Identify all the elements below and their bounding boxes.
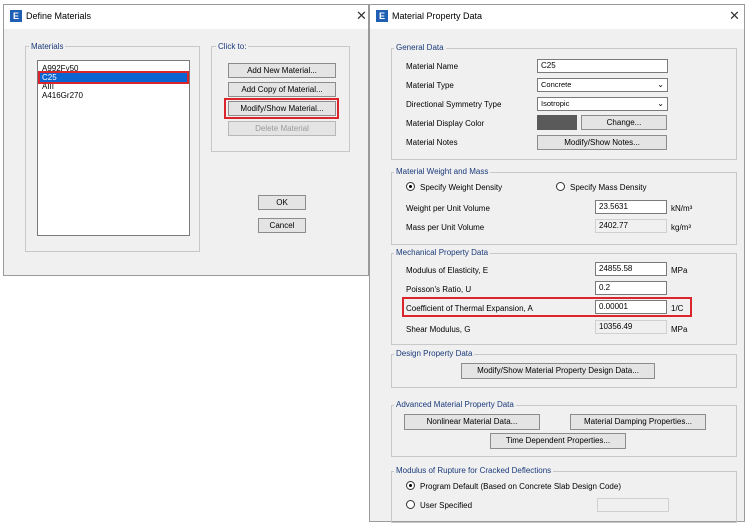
material-name-label: Material Name — [406, 62, 459, 71]
material-property-titlebar: E Material Property Data ✕ — [370, 5, 744, 29]
material-type-value: Concrete — [541, 80, 572, 89]
specify-weight-label: Specify Weight Density — [420, 183, 503, 192]
display-color-swatch — [537, 115, 577, 130]
shear-unit: MPa — [671, 325, 688, 334]
rupture-group — [391, 471, 737, 523]
symmetry-type-select[interactable]: Isotropic ⌄ — [537, 97, 668, 111]
shear-modulus-label: Shear Modulus, G — [406, 325, 471, 334]
weight-mass-label: Material Weight and Mass — [394, 167, 491, 176]
add-new-material-button[interactable]: Add New Material... — [228, 63, 336, 78]
ok-button[interactable]: OK — [258, 195, 306, 210]
mass-per-volume-label: Mass per Unit Volume — [406, 223, 485, 232]
user-specified-field — [597, 498, 669, 512]
selected-material-highlight — [38, 71, 189, 84]
user-specified-radio[interactable] — [406, 500, 415, 509]
display-color-label: Material Display Color — [406, 119, 485, 128]
rupture-label: Modulus of Rupture for Cracked Deflectio… — [394, 466, 554, 475]
specify-weight-radio[interactable] — [406, 182, 415, 191]
close-icon[interactable]: ✕ — [729, 8, 740, 24]
time-dependent-button[interactable]: Time Dependent Properties... — [490, 433, 626, 449]
symmetry-type-value: Isotropic — [541, 99, 570, 108]
window-title: Material Property Data — [392, 11, 483, 21]
define-materials-titlebar: E Define Materials ✕ — [4, 5, 368, 29]
etabs-app-icon: E — [376, 10, 388, 22]
material-notes-label: Material Notes — [406, 138, 458, 147]
thermal-expansion-highlight — [402, 297, 692, 317]
cancel-button[interactable]: Cancel — [258, 218, 306, 233]
design-label: Design Property Data — [394, 349, 475, 358]
user-specified-label: User Specified — [420, 501, 473, 510]
mass-unit: kg/m³ — [671, 223, 691, 232]
material-damping-button[interactable]: Material Damping Properties... — [570, 414, 706, 430]
material-property-window: E Material Property Data ✕ General Data … — [369, 4, 745, 523]
chevron-down-icon: ⌄ — [657, 80, 664, 89]
etabs-app-icon: E — [10, 10, 22, 22]
chevron-down-icon: ⌄ — [657, 99, 664, 108]
program-default-radio[interactable] — [406, 481, 415, 490]
specify-mass-label: Specify Mass Density — [570, 183, 647, 192]
change-color-button[interactable]: Change... — [581, 115, 667, 130]
delete-material-button[interactable]: Delete Material — [228, 121, 336, 136]
materials-list[interactable]: A992Fy50 C25 AIII A416Gr270 — [37, 60, 190, 236]
mechanical-label: Mechanical Property Data — [394, 248, 491, 257]
weight-per-volume-field[interactable]: 23.5631 — [595, 200, 667, 214]
weight-per-volume-label: Weight per Unit Volume — [406, 204, 490, 213]
material-type-select[interactable]: Concrete ⌄ — [537, 78, 668, 92]
nonlinear-material-button[interactable]: Nonlinear Material Data... — [404, 414, 540, 430]
define-materials-window: E Define Materials ✕ Materials A992Fy50 C… — [3, 4, 369, 276]
close-icon[interactable]: ✕ — [356, 8, 367, 24]
modulus-elasticity-field[interactable]: 24855.58 — [595, 262, 667, 276]
materials-group-label: Materials — [29, 42, 66, 51]
material-name-field[interactable]: C25 — [537, 59, 668, 73]
material-list-item[interactable]: A416Gr270 — [38, 91, 189, 100]
window-title: Define Materials — [26, 11, 92, 21]
general-data-label: General Data — [394, 43, 446, 52]
material-type-label: Material Type — [406, 81, 454, 90]
shear-modulus-field: 10356.49 — [595, 320, 667, 334]
advanced-label: Advanced Material Property Data — [394, 400, 516, 409]
add-copy-material-button[interactable]: Add Copy of Material... — [228, 82, 336, 97]
modify-button-highlight — [224, 98, 339, 119]
click-to-label: Click to: — [216, 42, 249, 51]
modify-notes-button[interactable]: Modify/Show Notes... — [537, 135, 667, 150]
specify-mass-radio[interactable] — [556, 182, 565, 191]
modify-design-data-button[interactable]: Modify/Show Material Property Design Dat… — [461, 363, 655, 379]
poisson-ratio-label: Poisson's Ratio, U — [406, 285, 472, 294]
advanced-group — [391, 405, 737, 457]
weight-unit: kN/m³ — [671, 204, 693, 213]
program-default-label: Program Default (Based on Concrete Slab … — [420, 482, 621, 491]
modulus-elasticity-label: Modulus of Elasticity, E — [406, 266, 489, 275]
modulus-unit: MPa — [671, 266, 688, 275]
mass-per-volume-field: 2402.77 — [595, 219, 667, 233]
poisson-ratio-field[interactable]: 0.2 — [595, 281, 667, 295]
symmetry-type-label: Directional Symmetry Type — [406, 100, 502, 109]
